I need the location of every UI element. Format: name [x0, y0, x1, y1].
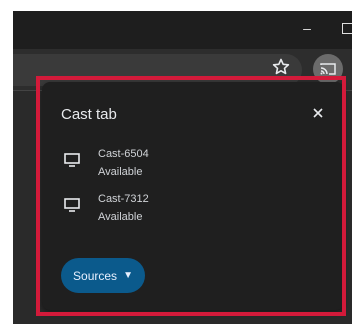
bookmark-star-icon[interactable] [271, 57, 291, 77]
maximize-button[interactable] [342, 23, 352, 34]
minimize-button[interactable]: – [301, 21, 313, 35]
title-bar: – [13, 11, 352, 49]
highlight-frame [36, 76, 346, 316]
cast-icon [320, 63, 336, 75]
